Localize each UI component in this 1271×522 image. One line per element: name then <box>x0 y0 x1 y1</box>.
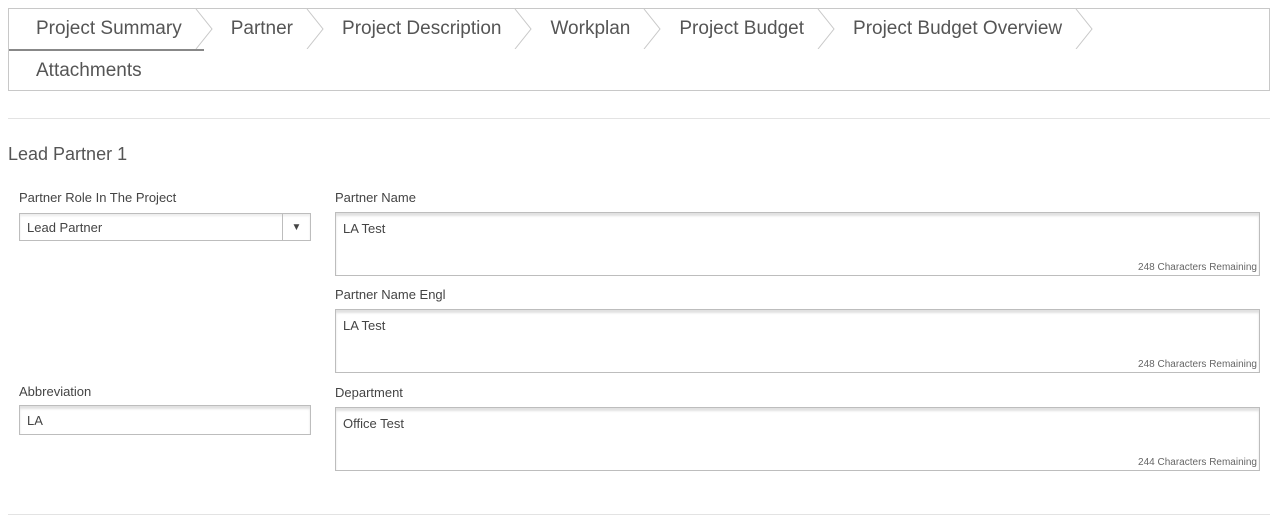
tab-project-description[interactable]: Project Description <box>315 9 533 49</box>
partner-name-value: LA Test <box>343 221 386 236</box>
tab-project-summary[interactable]: Project Summary <box>9 9 213 51</box>
abbreviation-input[interactable]: LA <box>19 405 311 435</box>
tab-partner[interactable]: Partner <box>204 9 324 49</box>
section-title: Lead Partner 1 <box>8 144 128 164</box>
department-textarea[interactable]: Office Test 244 Characters Remaining <box>335 407 1260 471</box>
tab-label: Project Budget Overview <box>853 18 1063 39</box>
tab-label: Attachments <box>36 60 142 81</box>
tab-label: Project Summary <box>36 18 182 39</box>
partner-role-value: Lead Partner <box>27 220 103 235</box>
tab-label: Project Budget <box>679 18 805 39</box>
department-label: Department <box>335 385 403 400</box>
abbreviation-value: LA <box>27 413 43 428</box>
partner-name-char-counter: 248 Characters Remaining <box>1138 262 1257 273</box>
abbreviation-label: Abbreviation <box>19 384 92 399</box>
partner-name-engl-char-counter: 248 Characters Remaining <box>1138 359 1257 370</box>
tab-bar: Project Summary Partner Project Descript… <box>8 8 1270 91</box>
divider-top <box>8 118 1270 119</box>
tab-label: Partner <box>230 18 294 39</box>
partner-role-select[interactable]: Lead Partner ▼ <box>19 213 311 241</box>
tab-attachments[interactable]: Attachments <box>9 51 164 91</box>
department-char-counter: 244 Characters Remaining <box>1138 457 1257 468</box>
partner-name-engl-value: LA Test <box>343 318 386 333</box>
partner-name-label: Partner Name <box>335 190 416 205</box>
chevron-right-icon <box>1075 9 1093 49</box>
tab-workplan[interactable]: Workplan <box>523 9 662 49</box>
partner-role-label: Partner Role In The Project <box>19 190 177 205</box>
tab-project-budget[interactable]: Project Budget <box>652 9 835 49</box>
partner-name-textarea[interactable]: LA Test 248 Characters Remaining <box>335 212 1260 276</box>
tab-label: Project Description <box>342 18 502 39</box>
partner-name-engl-label: Partner Name Engl <box>335 287 446 302</box>
chevron-down-icon[interactable]: ▼ <box>282 214 310 240</box>
tab-row-1: Project Summary Partner Project Descript… <box>9 9 1093 51</box>
tab-row-2: Attachments <box>9 51 164 91</box>
divider-bottom <box>8 514 1270 515</box>
department-value: Office Test <box>343 416 404 431</box>
tab-label: Workplan <box>550 18 631 39</box>
tab-project-budget-overview[interactable]: Project Budget Overview <box>826 9 1093 49</box>
partner-name-engl-textarea[interactable]: LA Test 248 Characters Remaining <box>335 309 1260 373</box>
